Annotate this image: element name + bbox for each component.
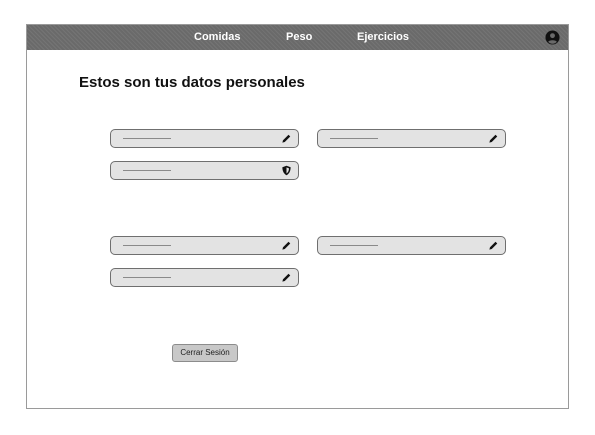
pencil-icon[interactable]	[281, 240, 292, 251]
logout-button[interactable]: Cerrar Sesión	[172, 344, 238, 362]
field-value-placeholder-line	[123, 277, 171, 278]
nav-item-ejercicios[interactable]: Ejercicios	[357, 25, 409, 50]
personal-data-field-4[interactable]	[110, 236, 299, 255]
pencil-icon[interactable]	[488, 240, 499, 251]
pencil-icon[interactable]	[281, 272, 292, 283]
nav-item-comidas[interactable]: Comidas	[194, 25, 240, 50]
shield-icon[interactable]	[281, 165, 292, 176]
field-value-placeholder-line	[330, 245, 378, 246]
field-value-placeholder-line	[330, 138, 378, 139]
page-title: Estos son tus datos personales	[79, 74, 305, 91]
user-circle-icon[interactable]	[545, 30, 560, 45]
personal-data-field-6[interactable]	[110, 268, 299, 287]
nav-item-peso[interactable]: Peso	[286, 25, 312, 50]
app-window: Comidas Peso Ejercicios Estos son tus da…	[26, 24, 569, 409]
personal-data-field-1[interactable]	[110, 129, 299, 148]
field-value-placeholder-line	[123, 138, 171, 139]
pencil-icon[interactable]	[488, 133, 499, 144]
field-value-placeholder-line	[123, 170, 171, 171]
personal-data-field-5[interactable]	[317, 236, 506, 255]
pencil-icon[interactable]	[281, 133, 292, 144]
personal-data-field-3[interactable]	[110, 161, 299, 180]
personal-data-field-2[interactable]	[317, 129, 506, 148]
field-value-placeholder-line	[123, 245, 171, 246]
top-navbar: Comidas Peso Ejercicios	[27, 25, 568, 50]
